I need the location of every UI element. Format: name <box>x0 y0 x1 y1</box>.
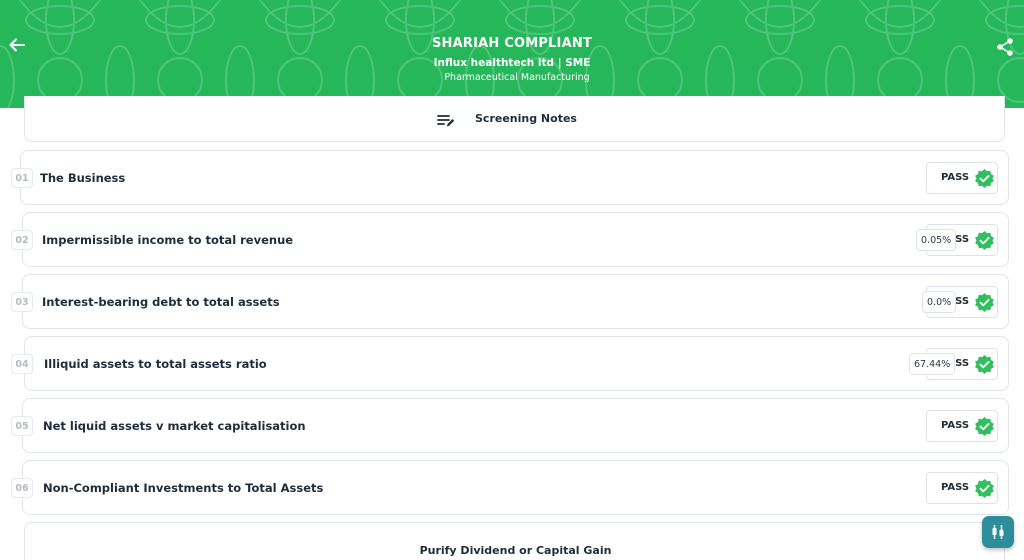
criteria-label: Net liquid assets v market capitalisatio… <box>43 419 306 433</box>
screening-notes-button[interactable]: Screening Notes <box>24 96 1005 142</box>
criteria-row-impermissible-income[interactable]: 02 Impermissible income to total revenue… <box>11 212 1009 267</box>
ratio-value: 0.0% <box>922 291 957 313</box>
row-number: 05 <box>11 416 33 436</box>
ratio-value: 0.05% <box>916 229 957 251</box>
edit-notes-icon <box>437 113 455 127</box>
criteria-row-interest-bearing-debt[interactable]: 03 Interest-bearing debt to total assets… <box>11 274 1009 329</box>
criteria-row-illiquid-assets[interactable]: 04 Illiquid assets to total assets ratio… <box>11 336 1009 391</box>
criteria-label: Impermissible income to total revenue <box>42 233 294 247</box>
verified-check-icon <box>975 168 994 189</box>
purify-card[interactable]: Purify Dividend or Capital Gain <box>24 522 1005 560</box>
criteria-row-the-business[interactable]: 01 The Business PASS <box>11 150 1009 205</box>
pass-text: PASS <box>941 420 970 431</box>
criteria-label: Illiquid assets to total assets ratio <box>44 357 267 371</box>
share-icon[interactable] <box>995 37 1015 57</box>
row-number: 06 <box>11 478 33 498</box>
criteria-label: The Business <box>40 171 126 185</box>
criteria-row-non-compliant-investments[interactable]: 06 Non-Compliant Investments to Total As… <box>11 460 1009 515</box>
ratio-value: 67.44% <box>909 353 956 375</box>
pass-status: PASS <box>926 472 998 504</box>
pass-text: PASS <box>941 482 970 493</box>
verified-check-icon <box>975 478 994 499</box>
candlestick-icon <box>992 525 1004 539</box>
app-header: SHARIAH COMPLIANT Influx healthtech ltd … <box>0 0 1024 108</box>
verified-check-icon <box>975 354 994 375</box>
verified-check-icon <box>975 230 994 251</box>
pass-text: PASS <box>941 172 970 183</box>
company-name: Influx healthtech ltd | SME <box>433 57 591 69</box>
verified-check-icon <box>975 292 994 313</box>
purify-label: Purify Dividend or Capital Gain <box>419 544 612 557</box>
criteria-row-net-liquid-assets[interactable]: 05 Net liquid assets v market capitalisa… <box>11 398 1009 453</box>
row-number: 01 <box>11 168 33 188</box>
page-title: SHARIAH COMPLIANT <box>431 36 592 51</box>
row-number: 03 <box>11 292 33 312</box>
criteria-label: Non-Compliant Investments to Total Asset… <box>43 481 324 495</box>
pass-status: PASS <box>926 410 998 442</box>
criteria-label: Interest-bearing debt to total assets <box>42 295 280 309</box>
industry-label: Pharmaceutical Manufacturing <box>444 72 590 83</box>
verified-check-icon <box>975 416 994 437</box>
row-number: 02 <box>11 230 33 250</box>
header-pattern <box>0 0 1024 108</box>
row-number: 04 <box>11 354 33 374</box>
screening-notes-label: Screening Notes <box>475 112 577 125</box>
pass-status: PASS <box>926 162 998 194</box>
candlestick-chart-button[interactable] <box>982 516 1014 548</box>
